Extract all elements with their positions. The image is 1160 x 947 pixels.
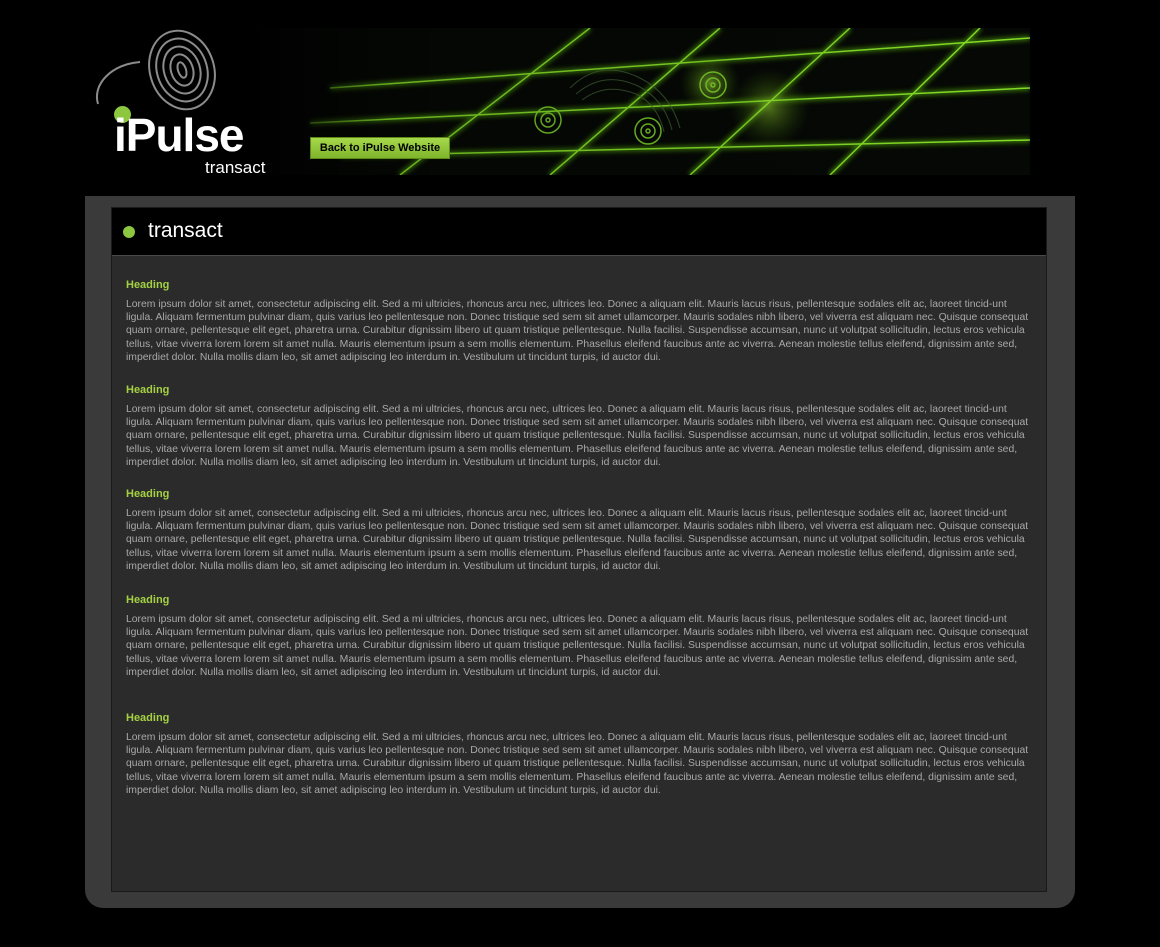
site-header: iPulse transact Back to iPulse Website	[0, 0, 1160, 195]
page-title: transact	[148, 219, 223, 242]
content-section: Heading Lorem ipsum dolor sit amet, cons…	[126, 593, 1030, 679]
section-body: Lorem ipsum dolor sit amet, consectetur …	[126, 404, 1029, 468]
logo-subtitle: transact	[205, 158, 266, 177]
section-body: Lorem ipsum dolor sit amet, consectetur …	[126, 614, 1029, 678]
back-to-website-button[interactable]: Back to iPulse Website	[310, 137, 450, 159]
section-body: Lorem ipsum dolor sit amet, consectetur …	[126, 508, 1029, 572]
content-section: Heading Lorem ipsum dolor sit amet, cons…	[126, 487, 1030, 573]
section-heading: Heading	[126, 384, 170, 396]
content-section: Heading Lorem ipsum dolor sit amet, cons…	[126, 383, 1030, 469]
content-panel: transact Heading Lorem ipsum dolor sit a…	[111, 207, 1047, 892]
title-bullet-icon	[123, 226, 135, 238]
section-heading: Heading	[126, 488, 170, 500]
section-body: Lorem ipsum dolor sit amet, consectetur …	[126, 732, 1029, 796]
logo-wordmark: iPulse	[114, 109, 245, 161]
section-body: Lorem ipsum dolor sit amet, consectetur …	[126, 299, 1029, 363]
content-section: Heading Lorem ipsum dolor sit amet, cons…	[126, 711, 1030, 797]
content-section: Heading Lorem ipsum dolor sit amet, cons…	[126, 278, 1030, 364]
section-heading: Heading	[126, 712, 170, 724]
panel-title-bar: transact	[112, 208, 1046, 256]
section-heading: Heading	[126, 279, 170, 291]
section-heading: Heading	[126, 594, 170, 606]
page: iPulse transact Back to iPulse Website t…	[0, 0, 1160, 947]
